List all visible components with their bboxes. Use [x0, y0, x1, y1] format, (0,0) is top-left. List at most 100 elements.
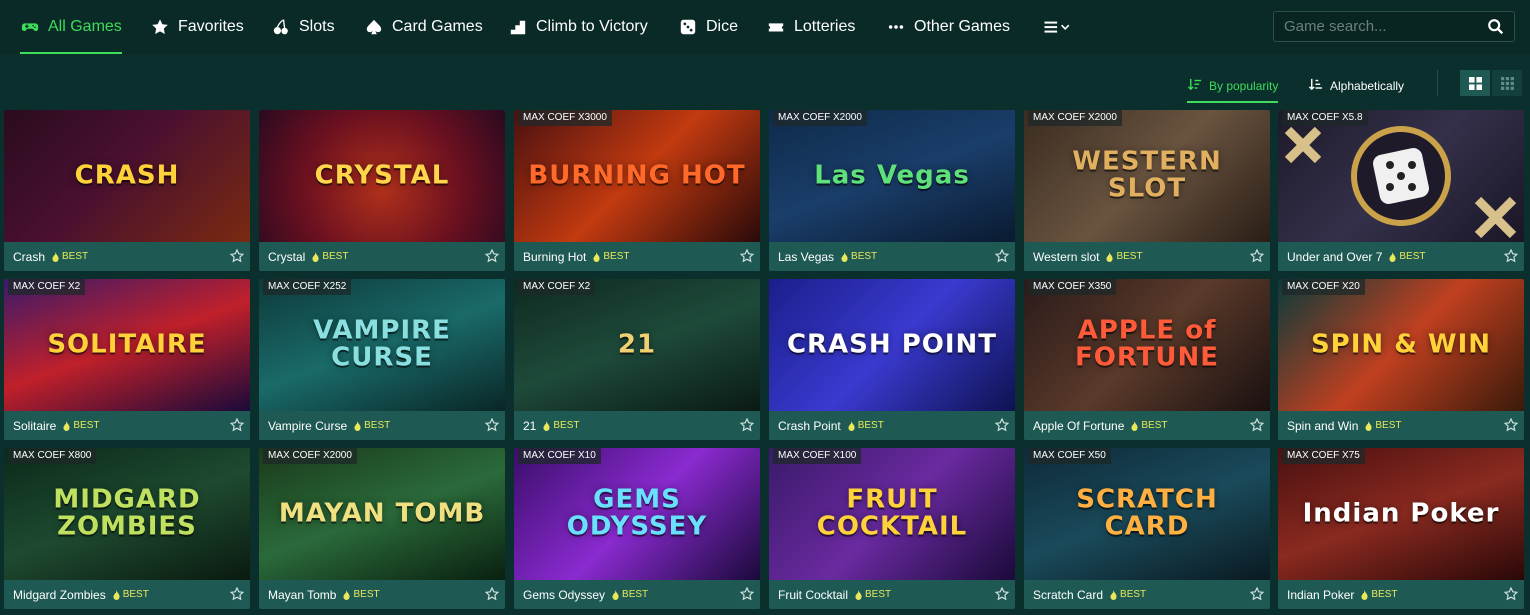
- game-card[interactable]: SOLITAIRE MAX COEF X2 Solitaire BEST: [4, 279, 250, 440]
- game-thumbnail[interactable]: SOLITAIRE MAX COEF X2: [4, 279, 250, 411]
- game-card[interactable]: SPIN & WIN MAX COEF X20 Spin and Win BEST: [1278, 279, 1524, 440]
- flame-icon: [312, 251, 319, 262]
- search-icon[interactable]: [1486, 17, 1506, 37]
- game-card[interactable]: MAX COEF X5.8 Under and Over 7 BEST: [1278, 110, 1524, 271]
- game-card[interactable]: VAMPIRE CURSE MAX COEF X252 Vampire Curse B…: [259, 279, 505, 440]
- game-card[interactable]: APPLE of FORTUNE MAX COEF X350 Apple Of Fo…: [1024, 279, 1270, 440]
- game-card[interactable]: BURNING HOT MAX COEF X3000 Burning Hot BEST: [514, 110, 760, 271]
- card-footer: Western slot BEST: [1024, 242, 1270, 271]
- badge-label: BEST: [1371, 589, 1398, 600]
- game-name: Under and Over 7: [1287, 249, 1383, 264]
- favorite-star-icon[interactable]: [739, 248, 755, 263]
- game-name: Vampire Curse: [268, 418, 348, 433]
- game-card[interactable]: CRYSTAL Crystal BEST: [259, 110, 505, 271]
- favorite-star-icon[interactable]: [1503, 586, 1519, 601]
- favorite-star-icon[interactable]: [484, 586, 500, 601]
- badge-label: BEST: [73, 420, 100, 431]
- sort-alphabetically[interactable]: Alphabetically: [1308, 74, 1404, 98]
- favorite-star-icon[interactable]: [739, 417, 755, 432]
- game-thumbnail[interactable]: SCRATCH CARD MAX COEF X50: [1024, 448, 1270, 580]
- game-art-title: SOLITAIRE: [47, 329, 207, 360]
- view-small-grid-button[interactable]: [1492, 70, 1522, 96]
- max-coef-label: MAX COEF X350: [1028, 279, 1117, 295]
- game-card[interactable]: 21 MAX COEF X2 21 BEST: [514, 279, 760, 440]
- favorite-star-icon[interactable]: [229, 417, 245, 432]
- game-thumbnail[interactable]: SPIN & WIN MAX COEF X20: [1278, 279, 1524, 411]
- badge-label: BEST: [553, 420, 580, 431]
- game-thumbnail[interactable]: MAX COEF X5.8: [1278, 110, 1524, 242]
- favorite-star-icon[interactable]: [1249, 248, 1265, 263]
- game-card[interactable]: CRASH POINT Crash Point BEST: [769, 279, 1015, 440]
- card-footer: Apple Of Fortune BEST: [1024, 411, 1270, 440]
- divider: [1437, 70, 1438, 96]
- nav-lotteries[interactable]: Lotteries: [766, 0, 855, 54]
- nav-all-games[interactable]: All Games: [20, 0, 122, 54]
- game-thumbnail[interactable]: WESTERN SLOT MAX COEF X2000: [1024, 110, 1270, 242]
- badge-label: BEST: [851, 251, 878, 262]
- game-thumbnail[interactable]: 21 MAX COEF X2: [514, 279, 760, 411]
- game-thumbnail[interactable]: FRUIT COCKTAIL MAX COEF X100: [769, 448, 1015, 580]
- game-card[interactable]: SCRATCH CARD MAX COEF X50 Scratch Card BEST: [1024, 448, 1270, 609]
- favorite-star-icon[interactable]: [229, 586, 245, 601]
- game-thumbnail[interactable]: APPLE of FORTUNE MAX COEF X350: [1024, 279, 1270, 411]
- game-thumbnail[interactable]: Indian Poker MAX COEF X75: [1278, 448, 1524, 580]
- ticket-icon: [766, 17, 786, 37]
- game-card[interactable]: MAYAN TOMB MAX COEF X2000 Mayan Tomb BEST: [259, 448, 505, 609]
- favorite-star-icon[interactable]: [1249, 417, 1265, 432]
- search-input[interactable]: [1274, 12, 1479, 41]
- view-large-grid-button[interactable]: [1460, 70, 1490, 96]
- game-card[interactable]: WESTERN SLOT MAX COEF X2000 Western slot BE…: [1024, 110, 1270, 271]
- game-name: Western slot: [1033, 249, 1100, 264]
- flame-icon: [63, 420, 70, 431]
- favorite-star-icon[interactable]: [994, 417, 1010, 432]
- nav-card-games[interactable]: Card Games: [364, 0, 483, 54]
- game-card[interactable]: GEMS ODYSSEY MAX COEF X10 Gems Odyssey BEST: [514, 448, 760, 609]
- favorite-star-icon[interactable]: [1503, 248, 1519, 263]
- game-art-title: 21: [617, 329, 657, 360]
- favorite-star-icon[interactable]: [229, 248, 245, 263]
- game-card[interactable]: Las Vegas MAX COEF X2000 Las Vegas BEST: [769, 110, 1015, 271]
- badge-label: BEST: [1399, 251, 1426, 262]
- max-coef-label: MAX COEF X75: [1282, 448, 1365, 464]
- game-card[interactable]: CRASH Crash BEST: [4, 110, 250, 271]
- game-thumbnail[interactable]: CRASH POINT: [769, 279, 1015, 411]
- nav-slots[interactable]: Slots: [271, 0, 335, 54]
- nav-more-menu[interactable]: [1041, 0, 1075, 54]
- favorite-star-icon[interactable]: [994, 248, 1010, 263]
- game-thumbnail[interactable]: CRASH: [4, 110, 250, 242]
- game-card[interactable]: FRUIT COCKTAIL MAX COEF X100 Fruit Cocktai…: [769, 448, 1015, 609]
- game-thumbnail[interactable]: VAMPIRE CURSE MAX COEF X252: [259, 279, 505, 411]
- game-thumbnail[interactable]: CRYSTAL: [259, 110, 505, 242]
- nav-favorites[interactable]: Favorites: [150, 0, 244, 54]
- game-thumbnail[interactable]: BURNING HOT MAX COEF X3000: [514, 110, 760, 242]
- game-thumbnail[interactable]: MAYAN TOMB MAX COEF X2000: [259, 448, 505, 580]
- dice-icon: [678, 17, 698, 37]
- favorite-star-icon[interactable]: [484, 417, 500, 432]
- badge-label: BEST: [1375, 420, 1402, 431]
- card-footer: Las Vegas BEST: [769, 242, 1015, 271]
- game-card[interactable]: MIDGARD ZOMBIES MAX COEF X800 Midgard Zomb…: [4, 448, 250, 609]
- game-search: [1273, 11, 1515, 42]
- nav-climb-to-victory[interactable]: Climb to Victory: [508, 0, 648, 54]
- favorite-star-icon[interactable]: [1503, 417, 1519, 432]
- nav-dice[interactable]: Dice: [678, 0, 738, 54]
- game-thumbnail[interactable]: GEMS ODYSSEY MAX COEF X10: [514, 448, 760, 580]
- card-footer: Indian Poker BEST: [1278, 580, 1524, 609]
- nav-other-games[interactable]: Other Games: [886, 0, 1010, 54]
- game-art-title: GEMS ODYSSEY: [566, 484, 708, 542]
- favorite-star-icon[interactable]: [484, 248, 500, 263]
- sort-by-popularity[interactable]: By popularity: [1187, 74, 1279, 103]
- card-footer: Crystal BEST: [259, 242, 505, 271]
- best-badge: BEST: [1110, 589, 1146, 600]
- favorite-star-icon[interactable]: [739, 586, 755, 601]
- spade-icon: [364, 17, 384, 37]
- best-badge: BEST: [63, 420, 99, 431]
- favorite-star-icon[interactable]: [1249, 586, 1265, 601]
- card-footer: Solitaire BEST: [4, 411, 250, 440]
- game-thumbnail[interactable]: MIDGARD ZOMBIES MAX COEF X800: [4, 448, 250, 580]
- favorite-star-icon[interactable]: [994, 586, 1010, 601]
- game-thumbnail[interactable]: Las Vegas MAX COEF X2000: [769, 110, 1015, 242]
- nav-label: Slots: [299, 18, 335, 35]
- game-art-title: FRUIT COCKTAIL: [816, 484, 968, 542]
- game-card[interactable]: Indian Poker MAX COEF X75 Indian Poker BEST: [1278, 448, 1524, 609]
